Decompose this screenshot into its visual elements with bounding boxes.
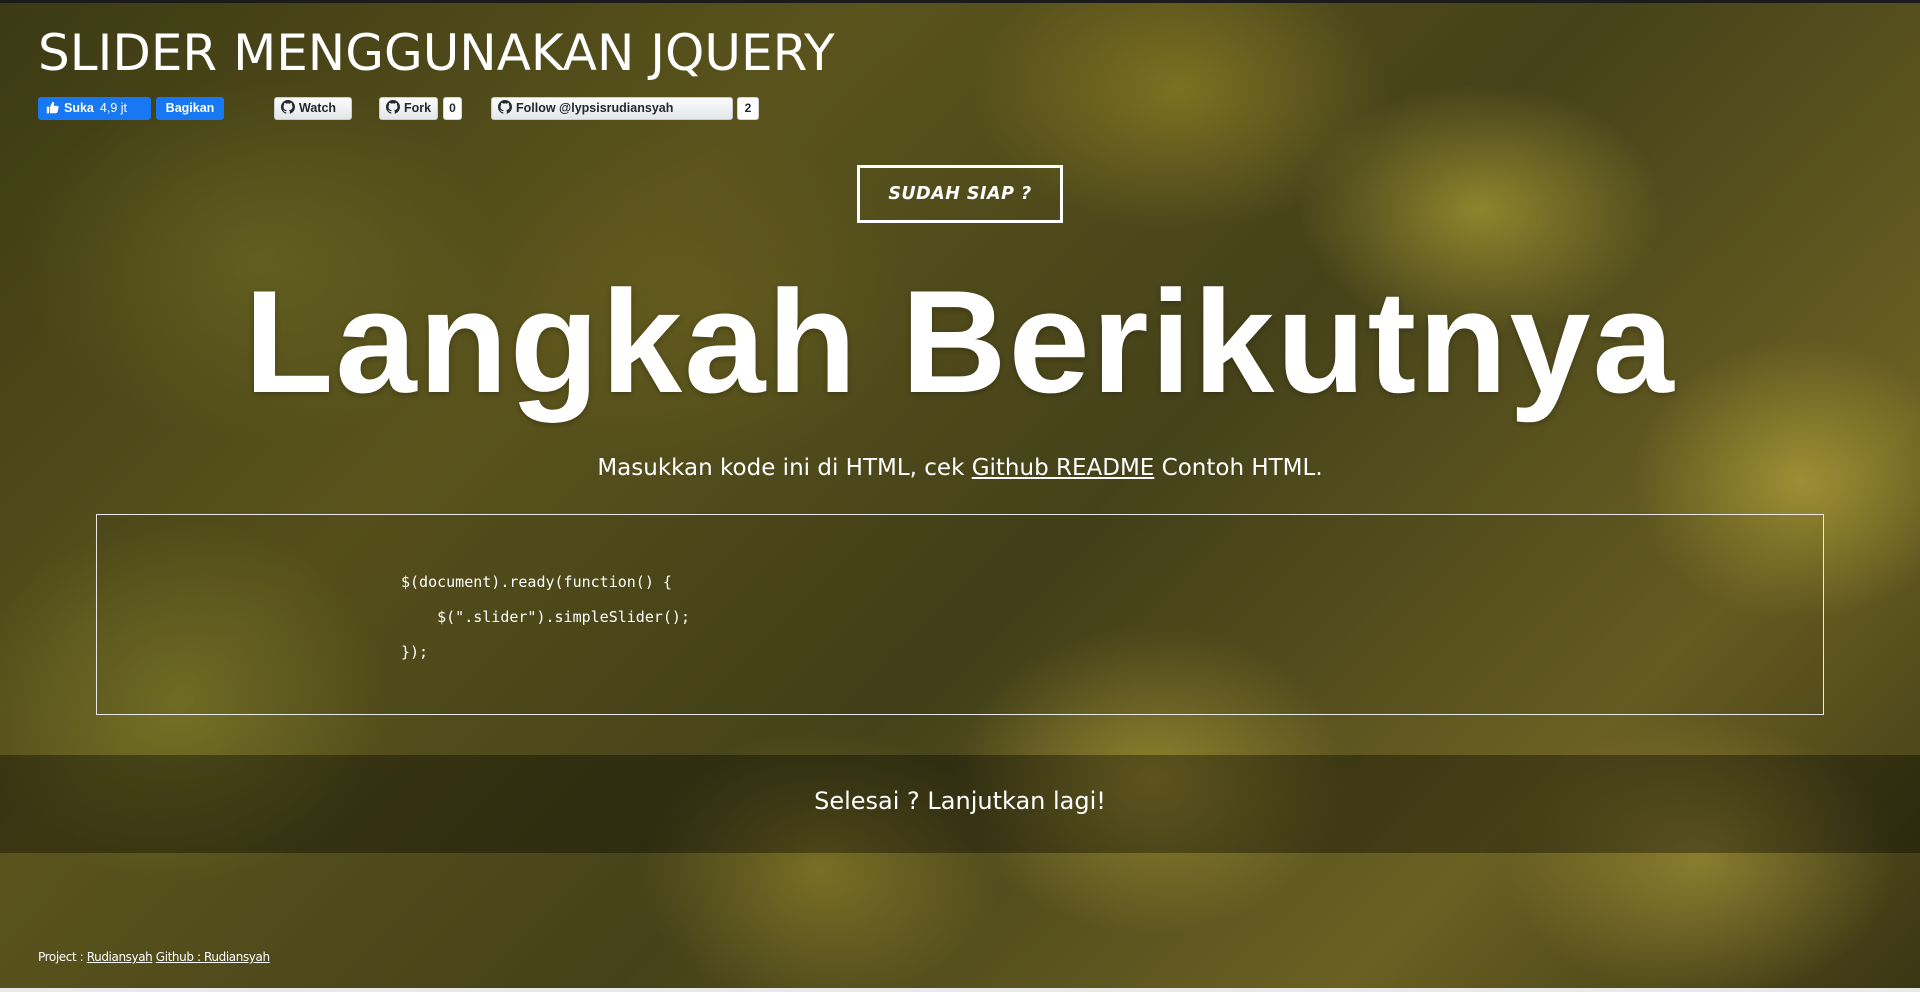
github-watch-label: Watch (299, 101, 337, 115)
github-readme-link[interactable]: Github README (972, 455, 1155, 481)
code-line: }); (401, 643, 429, 661)
github-follow-count[interactable]: 2 (737, 97, 759, 120)
github-follow-button[interactable]: Follow @lypsisrudiansyah (491, 97, 733, 120)
code-block: $(document).ready(function() { $(".slide… (96, 514, 1824, 715)
code-line: $(document).ready(function() { (401, 573, 672, 591)
continue-link[interactable]: Selesai ? Lanjutkan lagi! (0, 787, 1920, 815)
github-icon (386, 100, 401, 114)
footer: Project : Rudiansyah Github : Rudiansyah (38, 950, 270, 964)
footer-project-link[interactable]: Rudiansyah (87, 950, 153, 964)
hero-heading: Langkah Berikutnya (244, 260, 1676, 423)
thumbs-up-icon (46, 101, 59, 113)
subtitle-text-after: Contoh HTML. (1154, 455, 1323, 481)
github-watch-button[interactable]: Watch (274, 97, 352, 120)
github-fork-label: Fork (404, 101, 432, 115)
continue-band: Selesai ? Lanjutkan lagi! (0, 755, 1920, 853)
github-follow-label: Follow @lypsisrudiansyah (516, 101, 674, 115)
facebook-like-label: Suka (64, 101, 94, 115)
github-icon (281, 100, 296, 114)
facebook-like-button[interactable]: Suka 4,9 jt (38, 97, 151, 120)
top-border (0, 0, 1920, 3)
footer-project-label: Project : (38, 950, 87, 964)
github-fork-button[interactable]: Fork (379, 97, 438, 120)
facebook-like-count: 4,9 jt (99, 101, 127, 115)
site-title: SLIDER MENGGUNAKAN JQUERY (38, 24, 835, 82)
hero-subtitle: Masukkan kode ini di HTML, cek Github RE… (0, 455, 1920, 481)
ready-button[interactable]: SUDAH SIAP ? (857, 165, 1063, 223)
github-icon (498, 100, 513, 114)
github-fork-count[interactable]: 0 (443, 97, 462, 120)
facebook-share-button[interactable]: Bagikan (156, 97, 224, 120)
code-text: $(document).ready(function() { $(".slide… (401, 565, 690, 670)
footer-github-link[interactable]: Github : Rudiansyah (156, 950, 270, 964)
code-line: $(".slider").simpleSlider(); (401, 608, 690, 626)
subtitle-text-before: Masukkan kode ini di HTML, cek (597, 455, 972, 481)
bottom-border (0, 988, 1920, 992)
